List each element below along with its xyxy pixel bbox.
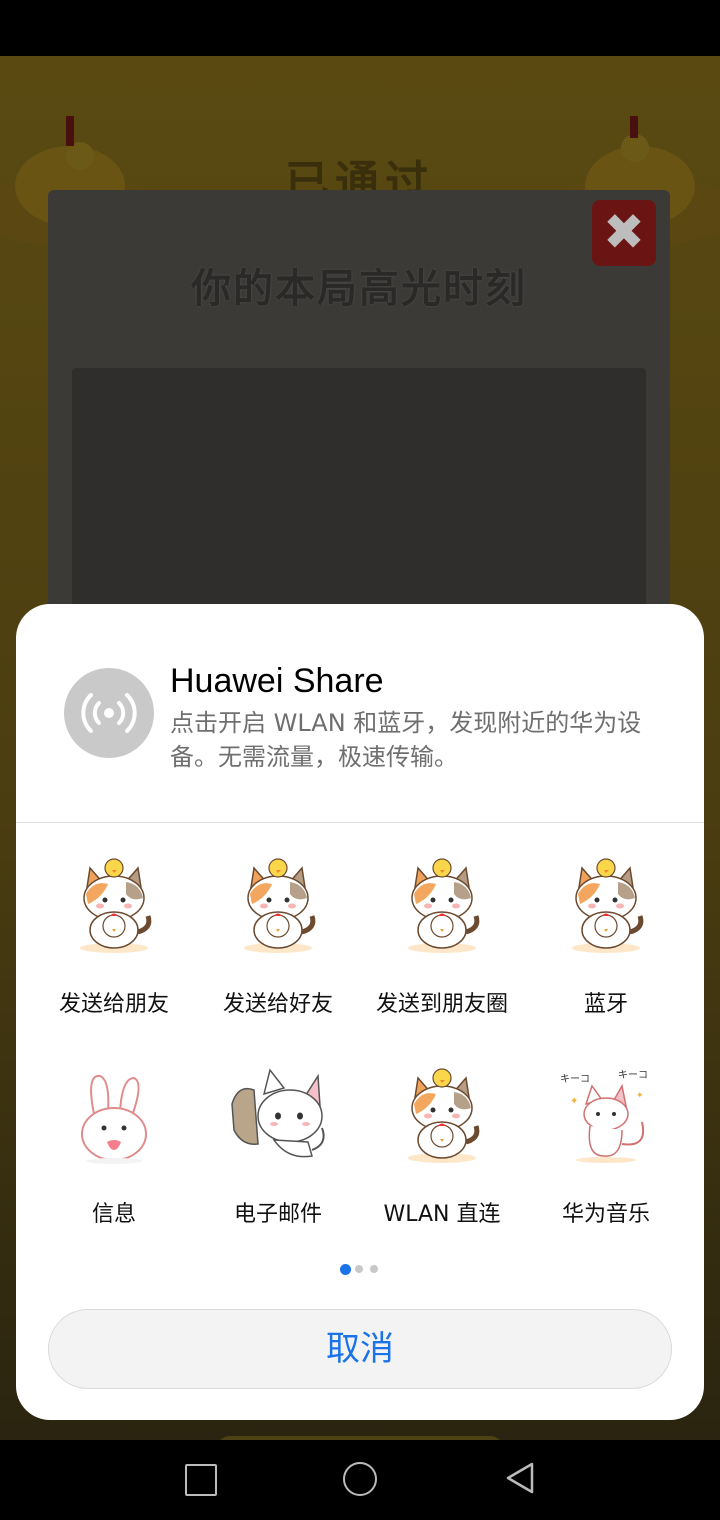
share-target-label: 发送到朋友圈 [375,992,508,1017]
share-target-item[interactable]: 发送给好友 [196,854,360,1034]
white-cat-sticker-icon [228,1064,328,1164]
share-target-item[interactable]: 电子邮件 [196,1064,360,1244]
share-target-label: 发送给朋友 [58,992,169,1017]
highlight-title: 你的本局高光时刻 [191,266,527,312]
share-target-label: WLAN 直连 [383,1202,501,1227]
share-target-label: 华为音乐 [561,1202,650,1227]
share-target-item[interactable]: 蓝牙 [524,854,688,1034]
share-target-item[interactable]: キーコ キーコ ✦ ✦ 华为音乐 [524,1064,688,1244]
share-target-item[interactable]: 发送到朋友圈 [360,854,524,1034]
share-sheet: Huawei Share 点击开启 WLAN 和蓝牙，发现附近的华为设备。无需流… [16,604,704,1420]
bunny-sticker-icon [64,1064,164,1164]
cat-chick-sticker-icon [556,854,656,954]
recent-apps-icon[interactable] [185,1464,217,1496]
page-dot [370,1265,378,1273]
back-icon[interactable] [502,1460,538,1496]
huawei-share-title[interactable]: Huawei Share [170,662,384,701]
svg-text:✦: ✦ [636,1091,644,1101]
share-target-item[interactable]: WLAN 直连 [360,1064,524,1244]
share-target-item[interactable]: 信息 [32,1064,196,1244]
page-dot [355,1265,363,1273]
navigation-bar [0,1440,720,1520]
cat-chick-sticker-icon [64,854,164,954]
share-target-label: 电子邮件 [233,1202,322,1227]
share-target-label: 信息 [91,1202,136,1227]
svg-text:キーコ: キーコ [618,1070,648,1081]
cat-chick-sticker-icon [392,854,492,954]
cat-chick-sticker-icon [392,1064,492,1164]
page-dot-active [340,1263,351,1275]
svg-text:キーコ: キーコ [560,1074,590,1085]
share-target-label: 蓝牙 [583,992,628,1017]
huawei-share-description[interactable]: 点击开启 WLAN 和蓝牙，发现附近的华为设备。无需流量，极速传输。 [170,706,670,774]
cat-chick-sticker-icon [228,854,328,954]
wireless-broadcast-icon[interactable] [64,668,154,758]
kitten-sticker-icon: キーコ キーコ ✦ ✦ [556,1064,656,1164]
status-bar [0,0,720,56]
divider [16,822,704,823]
cancel-button[interactable]: 取消 [48,1309,672,1389]
svg-text:✦: ✦ [570,1096,578,1107]
close-icon: ✖ [592,200,656,266]
home-icon[interactable] [343,1462,377,1496]
share-target-label: 发送给好友 [222,992,333,1017]
share-target-item[interactable]: 发送给朋友 [32,854,196,1034]
